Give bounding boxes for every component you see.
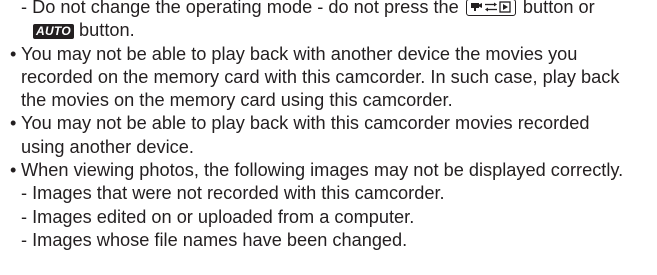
bullet-2-text: using another device.: [21, 136, 194, 157]
bullet-2-text: You may not be able to play back with th…: [21, 113, 590, 134]
bullet-2: • You may not be able to play back with t…: [0, 112, 657, 135]
sub-item: - Images whose file names have been chan…: [0, 229, 657, 252]
mode-note-text: - Do not change the operating mode - do …: [21, 0, 459, 17]
mode-note-text-after: button or: [522, 0, 595, 17]
bullet-1-text: the movies on the memory card using this…: [21, 90, 453, 111]
instruction-notes: - Do not change the operating mode - do …: [0, 0, 657, 252]
sub-item-text: - Images that were not recorded with thi…: [21, 183, 445, 204]
bullet-3-text: When viewing photos, the following image…: [21, 160, 624, 181]
bullet-1-text: You may not be able to play back with an…: [21, 43, 578, 64]
auto-button-icon: AUTO: [33, 24, 74, 40]
bullet-1: • You may not be able to play back with a…: [0, 43, 657, 66]
camera-playback-mode-icon: [465, 0, 516, 16]
bullet-1-continuation: recorded on the memory card with this ca…: [0, 66, 657, 89]
bullet-3: • When viewing photos, the following imag…: [0, 159, 657, 182]
sub-item: - Images that were not recorded with thi…: [0, 182, 657, 205]
bullet-icon: •: [10, 160, 17, 181]
sub-item-text: - Images edited on or uploaded from a co…: [21, 206, 415, 227]
mode-note-end-text: button.: [79, 20, 135, 41]
bullet-icon: •: [10, 113, 17, 134]
sub-item: - Images edited on or uploaded from a co…: [0, 206, 657, 229]
bullet-2-continuation: using another device.: [0, 136, 657, 159]
bullet-1-text: recorded on the memory card with this ca…: [21, 66, 620, 87]
bullet-1-continuation: the movies on the memory card using this…: [0, 89, 657, 112]
sub-item-text: - Images whose file names have been chan…: [21, 229, 408, 250]
bullet-icon: •: [10, 43, 17, 64]
mode-note-line-1: - Do not change the operating mode - do …: [0, 0, 657, 19]
mode-note-line-2: AUTO button.: [0, 19, 657, 42]
